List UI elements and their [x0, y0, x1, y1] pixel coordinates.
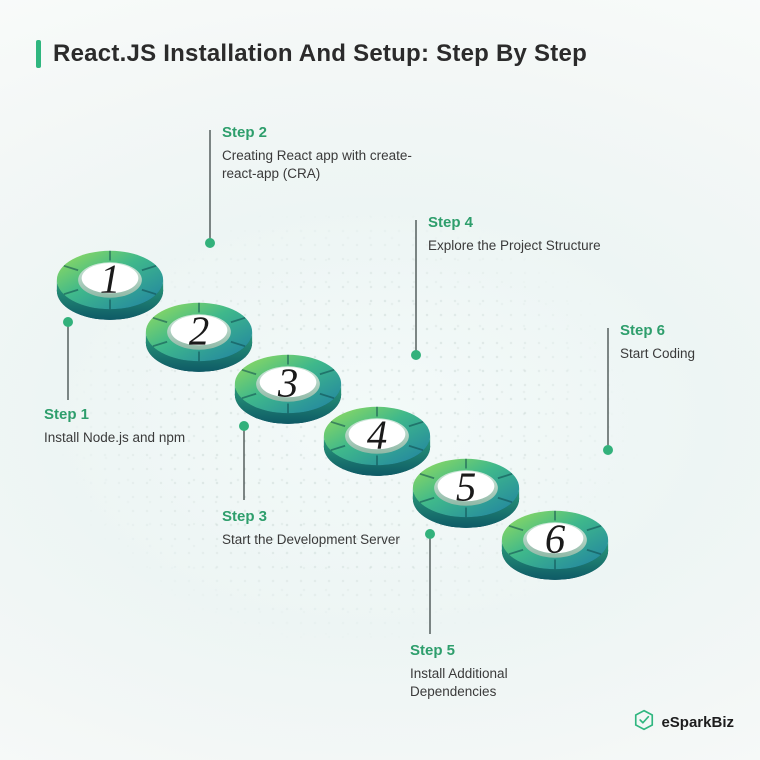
step-label: Step 2: [222, 124, 422, 141]
step-desc: Start the Development Server: [222, 531, 400, 549]
step-desc: Explore the Project Structure: [428, 237, 601, 255]
step-desc: Install Node.js and npm: [44, 429, 185, 447]
brand-name: eSparkBiz: [661, 714, 734, 731]
step-desc: Install Additional Dependencies: [410, 665, 590, 701]
page-title: React.JS Installation And Setup: Step By…: [53, 40, 587, 68]
callout-step-1: Step 1 Install Node.js and npm: [44, 406, 185, 447]
step-number: 2: [189, 308, 209, 353]
step-label: Step 1: [44, 406, 185, 423]
step-number: 5: [456, 464, 476, 509]
brand-name-part1: eSpark: [661, 714, 711, 731]
step-desc: Start Coding: [620, 345, 695, 363]
step-label: Step 3: [222, 508, 400, 525]
callout-step-6: Step 6 Start Coding: [620, 322, 695, 363]
step-number: 1: [100, 256, 120, 301]
brand-name-part2: Biz: [712, 714, 735, 731]
step-number: 3: [277, 360, 298, 405]
callout-step-2: Step 2 Creating React app with create-re…: [222, 124, 422, 183]
callout-step-3: Step 3 Start the Development Server: [222, 508, 400, 549]
step-label: Step 6: [620, 322, 695, 339]
callout-step-4: Step 4 Explore the Project Structure: [428, 214, 601, 255]
step-coin-6: 6: [493, 478, 617, 602]
step-label: Step 4: [428, 214, 601, 231]
callout-step-5: Step 5 Install Additional Dependencies: [410, 642, 590, 701]
logo-mark-icon: [633, 709, 655, 736]
step-number: 4: [367, 412, 387, 457]
step-number: 6: [545, 516, 566, 561]
brand-logo: eSparkBiz: [633, 709, 734, 736]
title-accent-bar: [36, 40, 41, 68]
page-heading: React.JS Installation And Setup: Step By…: [36, 40, 720, 68]
step-label: Step 5: [410, 642, 590, 659]
step-desc: Creating React app with create-react-app…: [222, 147, 422, 183]
